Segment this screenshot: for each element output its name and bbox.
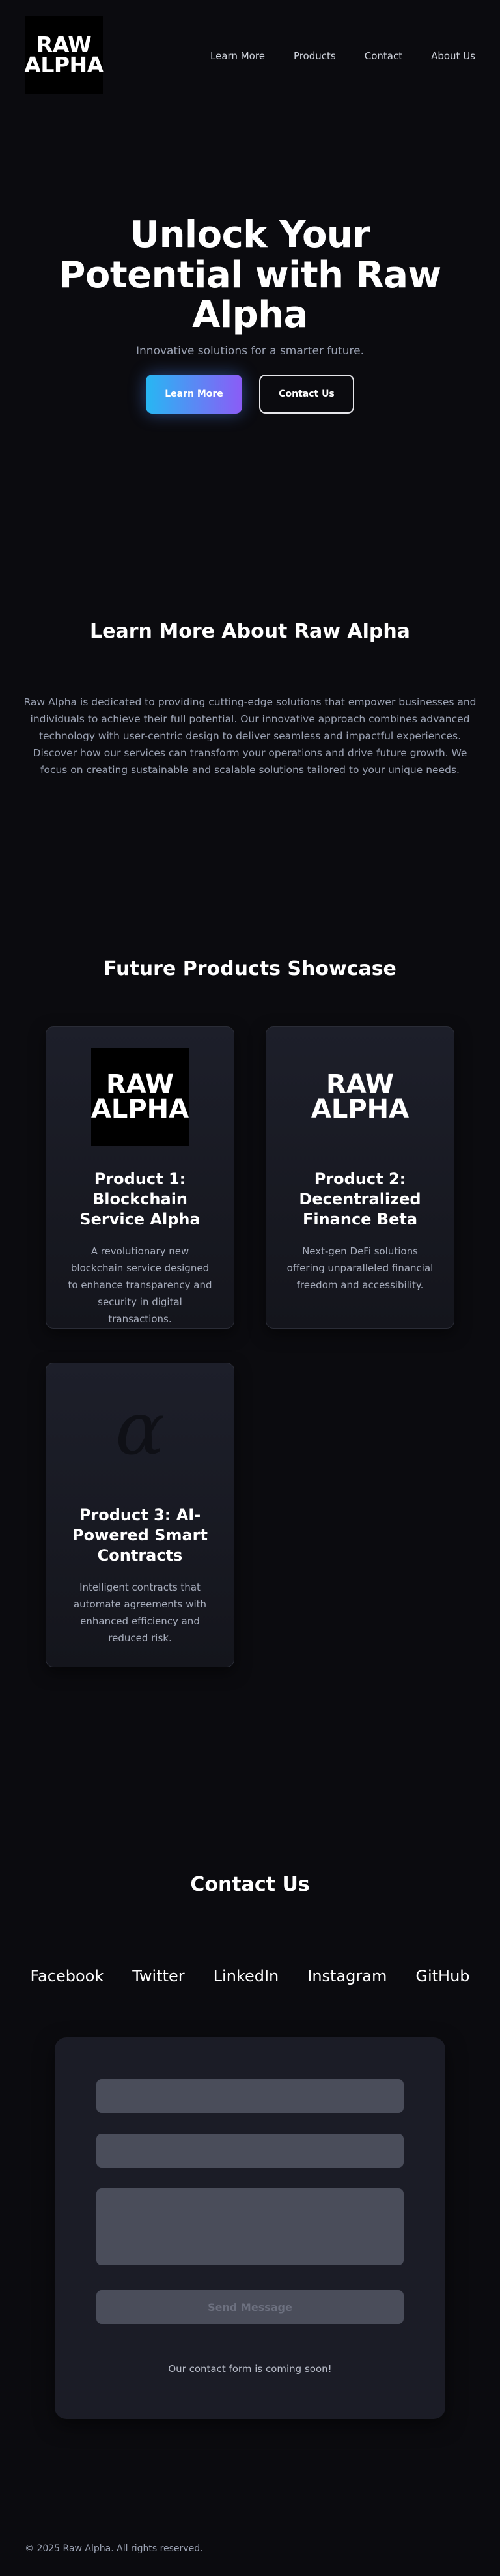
hero-buttons: Learn More Contact Us <box>0 374 500 414</box>
about-paragraph-2: Discover how our services can transform … <box>33 747 467 776</box>
social-link-facebook[interactable]: Facebook <box>30 1967 104 1985</box>
name-field[interactable] <box>96 2079 404 2113</box>
about-paragraph-1: Raw Alpha is dedicated to providing cutt… <box>23 696 477 742</box>
footer-copyright: © 2025 Raw Alpha. All rights reserved. <box>25 2543 203 2554</box>
product-1-logo-line-alpha: ALPHA <box>90 1094 189 1124</box>
contact-us-button[interactable]: Contact Us <box>259 374 354 414</box>
about-text: Raw Alpha is dedicated to providing cutt… <box>19 694 481 778</box>
alpha-symbol-icon: α <box>91 1384 189 1482</box>
nav-link-learn-more[interactable]: Learn More <box>210 50 265 62</box>
learn-more-button[interactable]: Learn More <box>146 374 242 414</box>
product-card-1[interactable]: RAW ALPHA Product 1: Blockchain Service … <box>46 1026 234 1329</box>
product-card-3[interactable]: α Product 3: AI-Powered Smart Contracts … <box>46 1363 234 1667</box>
alpha-symbol-svg: α <box>115 1394 165 1471</box>
product-1-title: Product 1: Blockchain Service Alpha <box>79 1170 201 1228</box>
social-link-instagram[interactable]: Instagram <box>307 1967 387 1985</box>
raw-alpha-logo[interactable]: RAW ALPHA <box>24 16 104 94</box>
social-link-github[interactable]: GitHub <box>415 1967 469 1985</box>
product-1-logo-line-raw: RAW <box>105 1069 174 1099</box>
social-link-linkedin[interactable]: LinkedIn <box>214 1967 279 1985</box>
social-link-twitter[interactable]: Twitter <box>132 1967 184 1985</box>
nav-link-about-us[interactable]: About Us <box>431 50 475 62</box>
logo-line-alpha: ALPHA <box>24 52 104 78</box>
product-1-description: A revolutionary new blockchain service d… <box>68 1245 212 1325</box>
email-field[interactable] <box>96 2134 404 2168</box>
message-field[interactable] <box>96 2188 404 2265</box>
product-2-logo: RAW ALPHA <box>311 1048 409 1146</box>
hero-title: Unlock Your Potential with Raw Alpha <box>59 214 441 337</box>
main-nav: Learn More Products Contact About Us <box>210 50 475 62</box>
contact-form: Send Message Our contact form is coming … <box>55 2037 445 2419</box>
nav-link-contact[interactable]: Contact <box>365 50 402 62</box>
contact-section: Contact Us Facebook Twitter LinkedIn Ins… <box>0 1873 500 2419</box>
send-message-button[interactable]: Send Message <box>96 2290 404 2324</box>
product-2-title: Product 2: Decentralized Finance Beta <box>299 1170 421 1228</box>
product-2-description: Next-gen DeFi solutions offering unparal… <box>286 1245 434 1291</box>
svg-text:α: α <box>115 1394 165 1471</box>
product-2-logo-line-raw: RAW <box>326 1069 395 1099</box>
nav-link-products[interactable]: Products <box>294 50 336 62</box>
about-heading: Learn More About Raw Alpha <box>90 620 410 643</box>
product-3-description: Intelligent contracts that automate agre… <box>73 1581 207 1644</box>
products-section: Future Products Showcase RAW ALPHA Produ… <box>0 957 500 1667</box>
site-header: RAW ALPHA Learn More Products Contact Ab… <box>0 0 500 115</box>
about-section: Learn More About Raw Alpha Raw Alpha is … <box>0 620 500 778</box>
product-3-title: Product 3: AI-Powered Smart Contracts <box>72 1506 208 1564</box>
social-links: Facebook Twitter LinkedIn Instagram GitH… <box>0 1967 500 1985</box>
contact-heading: Contact Us <box>190 1873 310 1896</box>
product-1-logo: RAW ALPHA <box>91 1048 189 1146</box>
hero-subtitle: Innovative solutions for a smarter futur… <box>136 344 364 358</box>
product-2-logo-line-alpha: ALPHA <box>311 1094 410 1124</box>
hero-section: Unlock Your Potential with Raw Alpha Inn… <box>0 215 500 414</box>
products-heading: Future Products Showcase <box>104 957 396 980</box>
product-card-2[interactable]: RAW ALPHA Product 2: Decentralized Finan… <box>266 1026 454 1329</box>
form-coming-soon-note: Our contact form is coming soon! <box>168 2363 332 2375</box>
